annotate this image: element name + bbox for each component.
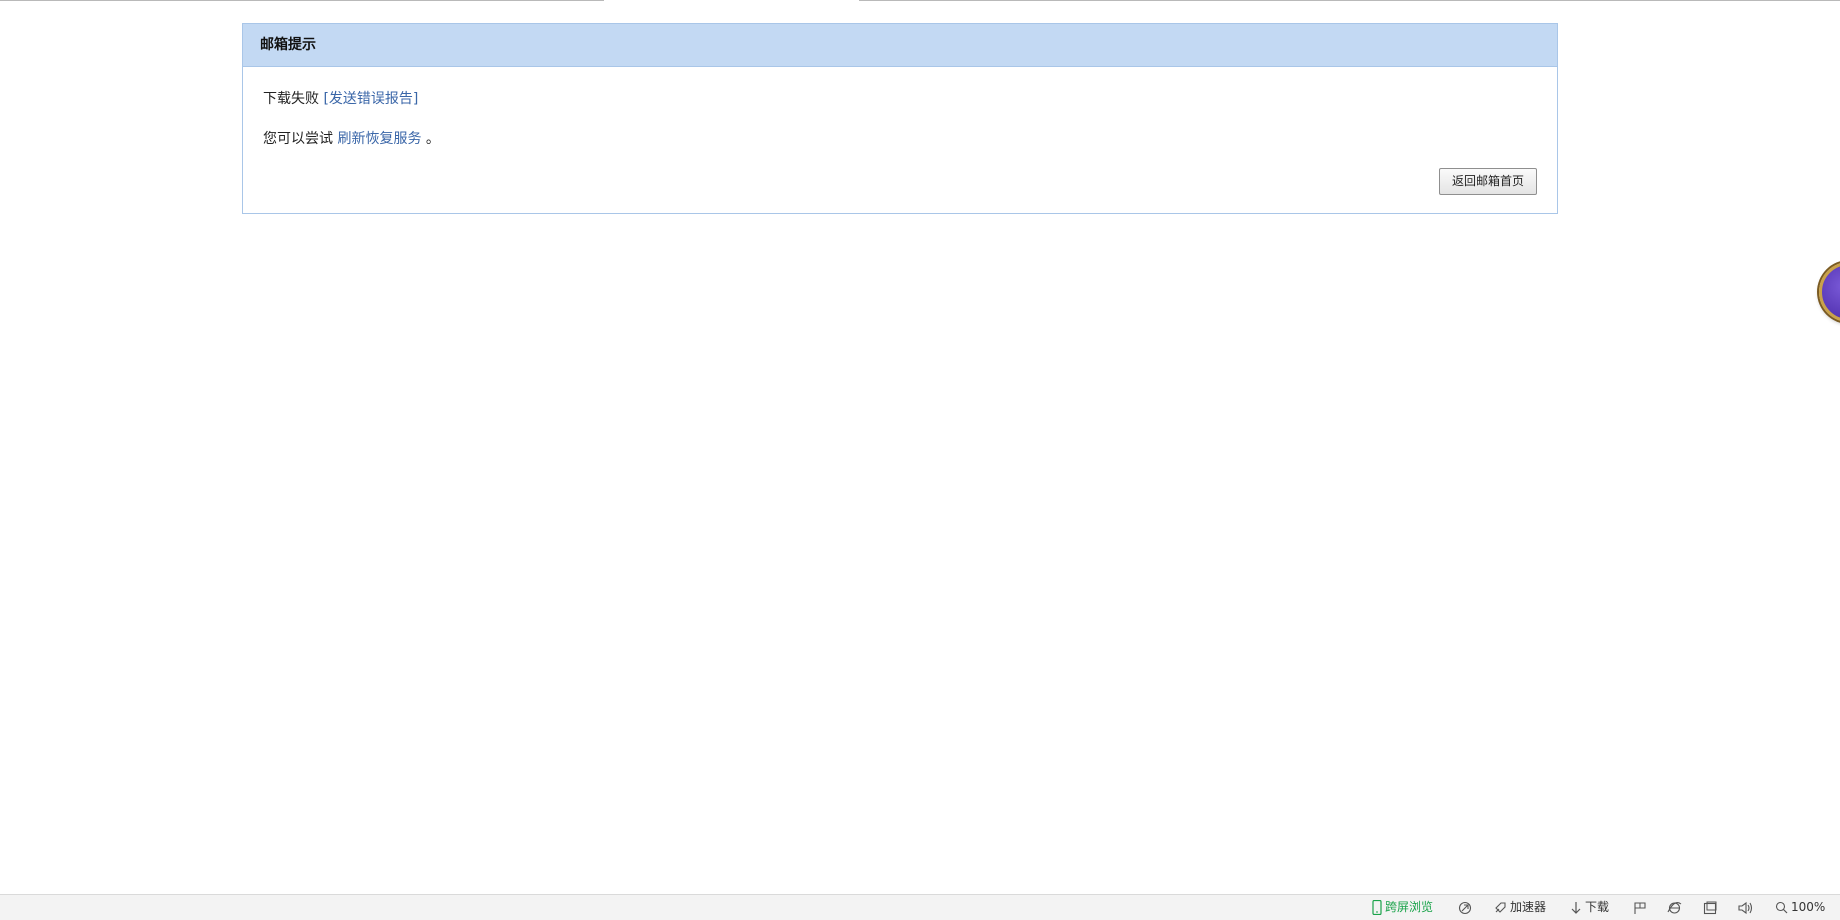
- suggestion-line: 您可以尝试 刷新恢复服务 。: [263, 128, 440, 148]
- magnifier-icon: [1775, 901, 1788, 914]
- broom-icon: [1458, 901, 1472, 915]
- window-button[interactable]: [1703, 895, 1717, 920]
- tab-strip-line-right: [859, 0, 1840, 1]
- refresh-service-link[interactable]: 刷新恢复服务: [337, 131, 421, 147]
- browser-status-bar: 跨屏浏览 加速器 下载 100%: [0, 894, 1840, 920]
- cross-screen-label: 跨屏浏览: [1385, 900, 1434, 914]
- rocket-icon: [1493, 901, 1507, 915]
- tab-strip-line-left: [0, 0, 604, 1]
- download-label: 下载: [1585, 900, 1610, 914]
- zoom-control[interactable]: 100%: [1775, 895, 1825, 920]
- speaker-icon: [1738, 901, 1754, 915]
- back-to-mailbox-button[interactable]: 返回邮箱首页: [1439, 168, 1537, 195]
- download-button[interactable]: 下载: [1570, 895, 1609, 920]
- cross-screen-browse-button[interactable]: 跨屏浏览: [1372, 895, 1433, 920]
- flag-button[interactable]: [1633, 895, 1647, 920]
- suggestion-prefix: 您可以尝试: [263, 131, 333, 147]
- error-message-line: 下载失败 [发送错误报告]: [263, 88, 418, 108]
- window-icon: [1703, 901, 1717, 915]
- ie-icon: [1667, 901, 1682, 915]
- flag-icon: [1633, 901, 1647, 915]
- ie-mode-button[interactable]: [1667, 895, 1682, 920]
- panel-title: 邮箱提示: [243, 24, 1557, 67]
- suggestion-suffix: 。: [425, 131, 440, 147]
- send-error-report-link[interactable]: [发送错误报告]: [323, 91, 418, 107]
- download-failed-text: 下载失败: [263, 91, 319, 107]
- arrow-down-icon: [1570, 901, 1582, 915]
- accelerator-button[interactable]: 加速器: [1493, 895, 1546, 920]
- phone-icon: [1372, 900, 1382, 915]
- zoom-level: 100%: [1791, 900, 1826, 914]
- mailbox-notice-panel: 邮箱提示 下载失败 [发送错误报告] 您可以尝试 刷新恢复服务 。 返回邮箱首页: [242, 23, 1558, 214]
- cleanup-button[interactable]: [1458, 895, 1472, 920]
- floating-assistant-badge[interactable]: [1819, 262, 1840, 322]
- sound-button[interactable]: [1738, 895, 1754, 920]
- accelerator-label: 加速器: [1510, 900, 1547, 914]
